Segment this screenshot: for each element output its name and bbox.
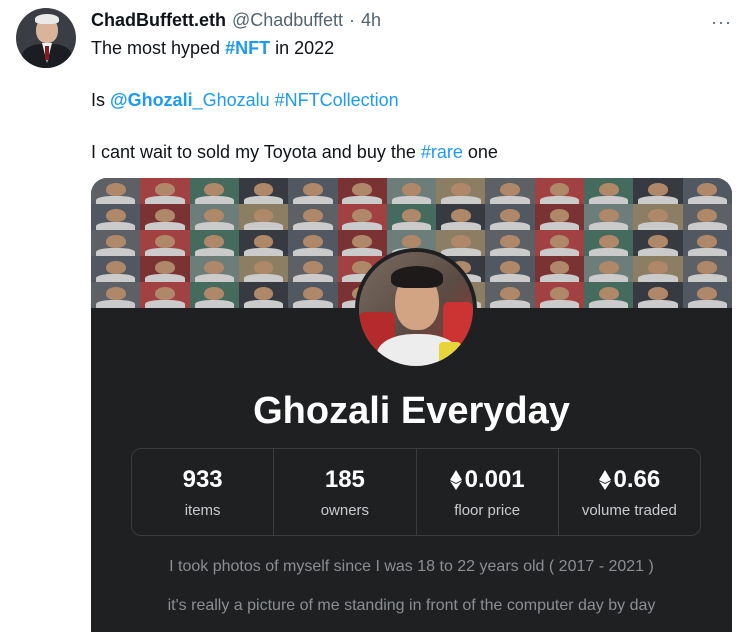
- stat-value: 185: [324, 465, 365, 493]
- stat-value: 933: [182, 465, 223, 493]
- more-horizontal-icon[interactable]: ···: [711, 12, 732, 33]
- text-segment: The most hyped: [91, 38, 226, 58]
- mention-ghozali[interactable]: @Ghozali: [110, 90, 193, 110]
- author-handle[interactable]: @Chadbuffett: [232, 10, 343, 31]
- tweet-header: ChadBuffett.eth @Chadbuffett · 4h: [91, 10, 381, 32]
- collection-description-line-2: it's really a picture of me standing in …: [167, 597, 656, 614]
- tweet-text-line-2: Is @Ghozali_Ghozalu #NFTCollection: [91, 88, 399, 112]
- stat-label: items: [184, 501, 221, 519]
- collection-profile-picture: [355, 248, 477, 370]
- stat-volume-traded: 0.66 volume traded: [559, 449, 700, 535]
- ethereum-icon: [449, 469, 462, 490]
- ethereum-icon: [598, 469, 611, 490]
- text-segment: Is: [91, 90, 111, 110]
- collection-description-line-1: I took photos of myself since I was 18 t…: [169, 558, 654, 575]
- tweet-text-line-3: I cant wait to sold my Toyota and buy th…: [91, 140, 498, 164]
- hashtag-rare[interactable]: #rare: [421, 142, 463, 162]
- text-segment: in 2022: [270, 38, 335, 58]
- tweet-text-line-1: The most hyped #NFT in 2022: [91, 36, 334, 60]
- hashtag-nftcollection[interactable]: #NFTCollection: [275, 90, 399, 110]
- stat-value: 0.001: [464, 465, 525, 493]
- tweet-timestamp[interactable]: 4h: [361, 10, 381, 31]
- stat-value: 0.66: [613, 465, 661, 493]
- collection-title: Ghozali Everyday: [253, 390, 570, 432]
- text-segment: I cant wait to sold my Toyota and buy th…: [91, 142, 421, 162]
- stat-label: volume traded: [581, 501, 677, 519]
- stat-label: floor price: [454, 501, 521, 519]
- collection-stats: 933 items 185 owners 0.001 floor price 0…: [131, 448, 701, 536]
- text-segment: one: [462, 142, 498, 162]
- separator: ·: [349, 10, 355, 30]
- hashtag-nft[interactable]: #NFT: [225, 38, 270, 58]
- stat-label: owners: [320, 501, 370, 519]
- tweet[interactable]: ChadBuffett.eth @Chadbuffett · 4h ··· Th…: [0, 0, 750, 632]
- tweet-media-image[interactable]: Ghozali Everyday 933 items 185 owners 0.…: [91, 178, 732, 632]
- stat-items: 933 items: [132, 449, 275, 535]
- author-name[interactable]: ChadBuffett.eth: [91, 10, 226, 31]
- stat-owners: 185 owners: [274, 449, 417, 535]
- author-avatar[interactable]: [16, 8, 76, 68]
- stat-floor-price: 0.001 floor price: [417, 449, 559, 535]
- mention-ghozali-rest[interactable]: _Ghozalu: [193, 90, 270, 110]
